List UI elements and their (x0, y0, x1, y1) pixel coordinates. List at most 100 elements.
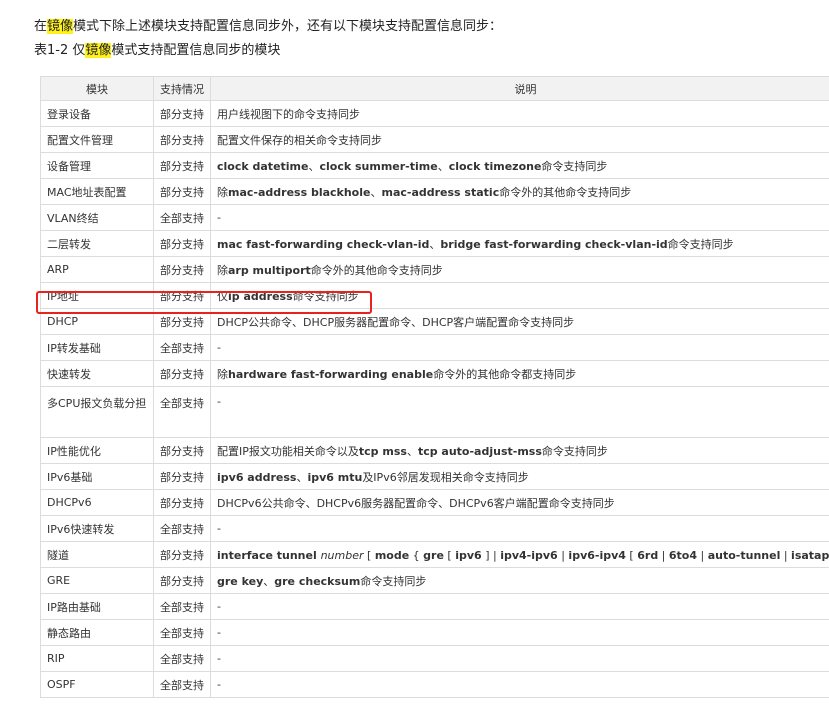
module-cell: IP转发基础 (40, 334, 154, 361)
description-text: DHCP公共命令、DHCP服务器配置命令、DHCP客户端配置命令支持同步 (217, 315, 575, 329)
module-cell: IP性能优化 (40, 437, 154, 464)
table-row: 多CPU报文负载分担 全部支持 - (40, 386, 829, 438)
description-text: - (217, 395, 221, 408)
description-cell: 除hardware fast-forwarding enable命令外的其他命令… (210, 360, 829, 387)
module-cell: RIP (40, 645, 154, 672)
module-cell: IPv6基础 (40, 463, 154, 490)
description-text: 命令支持同步 (541, 159, 608, 173)
support-cell: 全部支持 (153, 671, 211, 698)
description-cell: 用户线视图下的命令支持同步 (210, 100, 829, 127)
table-row: IPv6快速转发 全部支持 - (40, 515, 829, 542)
support-cell: 全部支持 (153, 204, 211, 231)
support-cell: 部分支持 (153, 178, 211, 205)
description-text: 配置IP报文功能相关命令以及 (217, 444, 359, 458)
command-keyword: mac-address blackhole (228, 185, 371, 199)
support-cell: 全部支持 (153, 334, 211, 361)
description-text: 、 (296, 470, 308, 484)
description-text: 、 (308, 159, 320, 173)
description-cell: 配置文件保存的相关命令支持同步 (210, 126, 829, 153)
support-cell: 部分支持 (153, 256, 211, 283)
description-text: 仅 (217, 289, 228, 303)
module-cell: ARP (40, 256, 154, 283)
description-cell: gre key、gre checksum命令支持同步 (210, 567, 829, 594)
intro-text: 在镜像模式下除上述模块支持配置信息同步外，还有以下模块支持配置信息同步： (34, 18, 502, 36)
command-keyword: bridge fast-forwarding check-vlan-id (440, 237, 668, 251)
description-text: 、 (437, 159, 449, 173)
description-text: 除 (217, 185, 228, 199)
description-text: 、 (429, 237, 441, 251)
command-keyword: interface tunnel (217, 548, 321, 562)
module-cell: IP路由基础 (40, 593, 154, 620)
description-cell: - (210, 515, 829, 542)
table-row: 登录设备 部分支持 用户线视图下的命令支持同步 (40, 100, 829, 127)
command-keyword: ipv4-ipv6 (500, 548, 558, 562)
command-keyword: tcp auto-adjust-mss (417, 444, 542, 458)
header-row: 模块 支持情况 说明 (40, 76, 829, 101)
description-text: | (780, 548, 792, 562)
description-text: 及IPv6邻居发现相关命令支持同步 (362, 470, 529, 484)
table-row: DHCP 部分支持 DHCP公共命令、DHCP服务器配置命令、DHCP客户端配置命令… (40, 308, 829, 335)
module-cell: 静态路由 (40, 619, 154, 646)
command-keyword: ipv6-ipv4 (568, 548, 626, 562)
command-keyword: ipv6 mtu (307, 470, 363, 484)
intro-highlight: 镜像 (47, 19, 74, 34)
description-text: [ (443, 548, 456, 562)
description-cell: clock datetime、clock summer-time、clock t… (210, 152, 829, 179)
description-text: | (697, 548, 708, 562)
table-row: IPv6基础 部分支持 ipv6 address、ipv6 mtu及IPv6邻居发现… (40, 463, 829, 490)
description-cell: - (210, 334, 829, 361)
module-cell: 配置文件管理 (40, 126, 154, 153)
table-row: 设备管理 部分支持 clock datetime、clock summer-time… (40, 152, 829, 179)
support-cell: 部分支持 (153, 308, 211, 335)
caption-post: 模式支持配置信息同步的模块 (111, 43, 281, 58)
description-cell: - (210, 593, 829, 620)
support-cell: 部分支持 (153, 437, 211, 464)
description-text: | (557, 548, 569, 562)
command-keyword: 6rd (637, 548, 659, 562)
description-text: 、 (263, 574, 275, 588)
description-cell: - (210, 645, 829, 672)
command-keyword: gre key (217, 574, 264, 588)
support-cell: 部分支持 (153, 230, 211, 257)
module-cell: MAC地址表配置 (40, 178, 154, 205)
table-body: 登录设备 部分支持 用户线视图下的命令支持同步 配置文件管理部分支持 配置文件保存的相关… (40, 100, 829, 698)
header-description: 说明 (210, 76, 829, 101)
table-row: 快速转发 部分支持 除hardware fast-forwarding enable… (40, 360, 829, 387)
description-cell: interface tunnel number [ mode { gre [ i… (210, 541, 829, 568)
support-cell: 全部支持 (153, 386, 211, 438)
command-keyword: 6to4 (668, 548, 698, 562)
command-keyword: isatap (791, 548, 829, 562)
table-row: RIP 全部支持 - (40, 645, 829, 672)
support-cell: 部分支持 (153, 489, 211, 516)
header-support: 支持情况 (153, 76, 211, 101)
description-text: - (217, 678, 221, 691)
support-cell: 全部支持 (153, 593, 211, 620)
command-keyword: mac fast-forwarding check-vlan-id (217, 237, 430, 251)
support-cell: 部分支持 (153, 541, 211, 568)
description-cell: - (210, 671, 829, 698)
table-row: IP地址 部分支持 仅ip address命令支持同步 (40, 282, 829, 309)
description-cell: - (210, 204, 829, 231)
module-cell: 多CPU报文负载分担 (40, 386, 154, 438)
command-keyword: gre checksum (274, 574, 361, 588)
description-cell: DHCP公共命令、DHCP服务器配置命令、DHCP客户端配置命令支持同步 (210, 308, 829, 335)
description-text: - (217, 341, 221, 354)
module-cell: DHCP (40, 308, 154, 335)
module-cell: OSPF (40, 671, 154, 698)
command-keyword: clock datetime (217, 159, 309, 173)
module-cell: 设备管理 (40, 152, 154, 179)
description-text: { (409, 548, 424, 562)
description-text: 命令支持同步 (667, 237, 734, 251)
table-row: IP路由基础 全部支持 - (40, 593, 829, 620)
table-row: 静态路由 全部支持 - (40, 619, 829, 646)
support-cell: 部分支持 (153, 567, 211, 594)
command-keyword: ipv6 (455, 548, 482, 562)
description-text: [ (625, 548, 638, 562)
description-cell: 仅ip address命令支持同步 (210, 282, 829, 309)
sync-modules-table: 模块 支持情况 说明 登录设备 部分支持 用户线视图下的命令支持同步 配置文件管理部分… (40, 76, 829, 698)
command-argument: number (320, 548, 364, 562)
support-cell: 部分支持 (153, 282, 211, 309)
description-text: 、 (370, 185, 382, 199)
command-keyword: ip address (228, 289, 293, 303)
description-cell: mac fast-forwarding check-vlan-id、bridge… (210, 230, 829, 257)
